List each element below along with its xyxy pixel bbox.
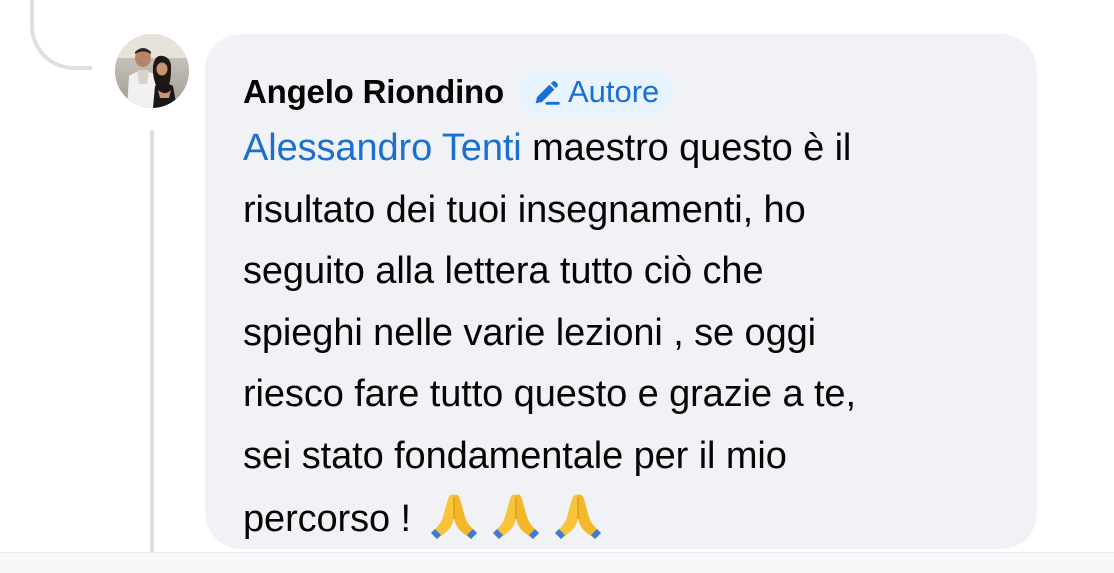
folded-hands-icon	[489, 487, 543, 541]
author-name[interactable]: Angelo Riondino	[243, 73, 504, 111]
comment-bubble: Angelo Riondino Autore Alessandro Tenti …	[205, 34, 1037, 549]
thread-connector-curve	[30, 0, 92, 70]
author-badge: Autore	[517, 69, 674, 115]
bottom-strip	[0, 553, 1114, 573]
comment-line-5: riesco fare tutto questo e grazie a te,	[243, 373, 856, 415]
comment-line-7: percorso !	[243, 498, 422, 540]
comment-line-4: spieghi nelle varie lezioni , se oggi	[243, 311, 816, 354]
comment-line-3: seguito alla lettera tutto ciò che	[243, 250, 764, 292]
folded-hands-icon	[551, 487, 605, 541]
mention-link[interactable]: Alessandro Tenti	[243, 127, 522, 169]
thread-connector-line	[150, 130, 154, 573]
avatar[interactable]	[115, 34, 189, 108]
folded-hands-icon	[427, 487, 481, 541]
pencil-icon	[530, 75, 564, 109]
comment-header: Angelo Riondino Autore	[243, 68, 1007, 116]
comment-body: Alessandro Tenti maestro questo è il risu…	[243, 118, 1007, 551]
avatar-photo-icon	[115, 34, 189, 108]
comment-thread: Angelo Riondino Autore Alessandro Tenti …	[0, 0, 1114, 573]
comment-line-1: maestro questo è il	[521, 127, 852, 169]
comment-line-6: sei stato fondamentale per il mio	[243, 434, 787, 477]
comment-line-2: risultato dei tuoi insegnamenti, ho	[243, 188, 806, 231]
badge-label: Autore	[567, 74, 660, 109]
